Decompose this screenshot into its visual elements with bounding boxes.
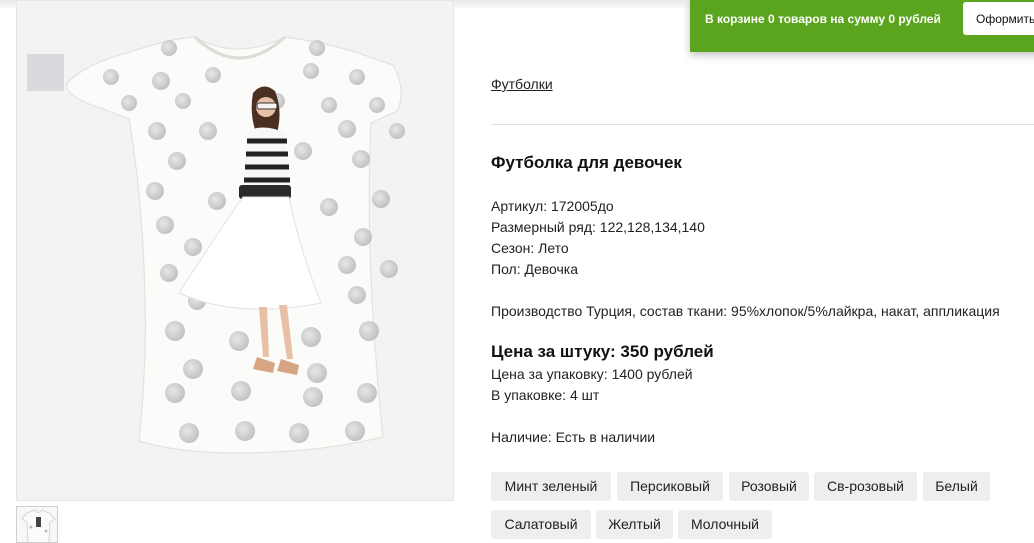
product-title: Футболка для девочек	[491, 153, 682, 172]
color-chip[interactable]: Молочный	[678, 510, 772, 539]
product-main-image[interactable]	[16, 0, 454, 501]
cart-summary-bar: В корзине 0 товаров на сумму 0 рублей Оф…	[690, 0, 1034, 52]
spec-season: Сезон: Лето	[491, 240, 569, 256]
color-chip[interactable]: Персиковый	[617, 472, 723, 501]
cart-summary-text: В корзине 0 товаров на сумму 0 рублей	[705, 12, 941, 26]
cart-item-count: 0	[767, 12, 775, 26]
price-per-pack: Цена за упаковку: 1400 рублей	[491, 366, 693, 382]
product-thumbnail[interactable]	[16, 506, 58, 543]
tshirt-illustration	[66, 35, 405, 454]
availability: Наличие: Есть в наличии	[491, 429, 656, 445]
spec-article: Артикул: 172005до	[491, 198, 614, 214]
price-per-item: Цена за штуку: 350 рублей	[491, 342, 714, 361]
product-description: Производство Турция, состав ткани: 95%хл…	[491, 303, 1000, 319]
breadcrumb-category-link[interactable]: Футболки	[491, 76, 553, 92]
spec-size-range: Размерный ряд: 122,128,134,140	[491, 219, 705, 235]
pack-size: В упаковке: 4 шт	[491, 387, 600, 403]
color-chip[interactable]: Белый	[923, 472, 990, 501]
spec-gender: Пол: Девочка	[491, 261, 579, 277]
color-chip[interactable]: Минт зеленый	[491, 472, 611, 501]
divider	[491, 124, 1034, 125]
color-chip[interactable]: Салатовый	[491, 510, 591, 539]
checkout-button[interactable]: Оформить	[963, 2, 1034, 35]
tshirt-thumbnail-icon	[21, 509, 56, 542]
color-swatch[interactable]	[27, 54, 64, 91]
color-chip[interactable]: Розовый	[729, 472, 809, 501]
color-chip[interactable]: Желтый	[596, 510, 673, 539]
color-chip[interactable]: Св-розовый	[814, 472, 917, 501]
